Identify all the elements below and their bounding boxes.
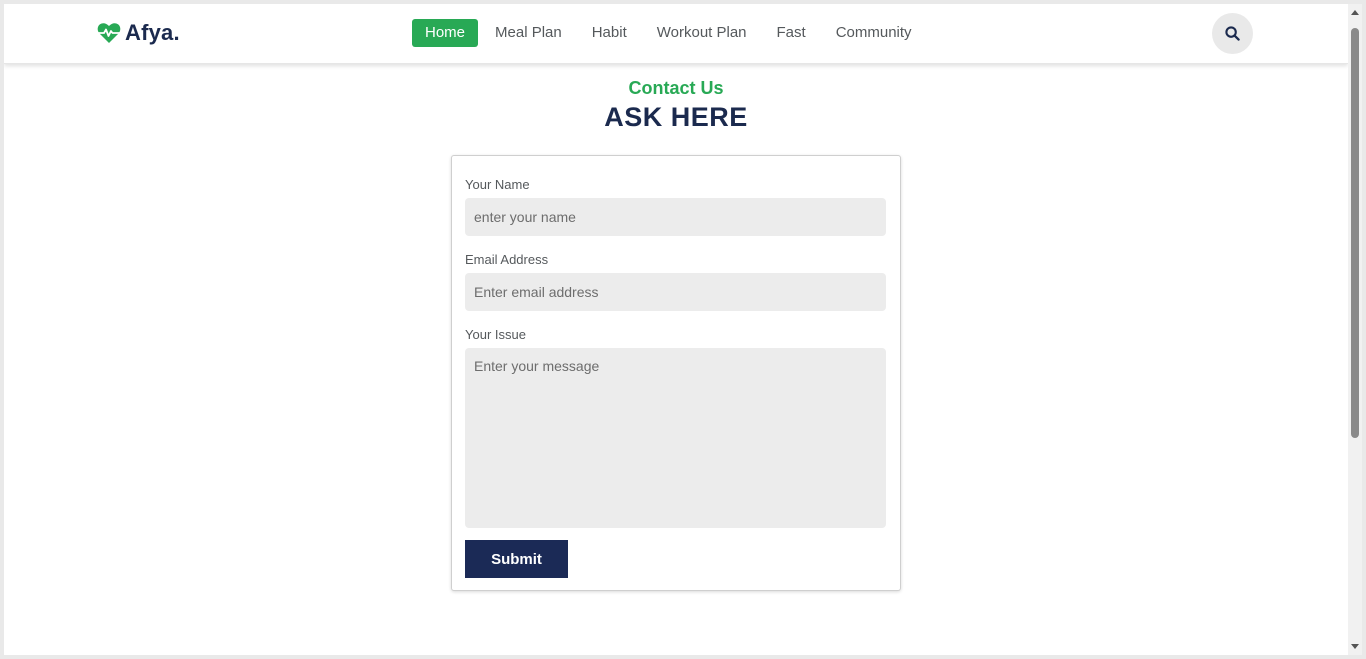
section-eyebrow: Contact Us	[628, 78, 724, 98]
nav-item-home[interactable]: Home	[412, 19, 479, 47]
nav-item-fast[interactable]: Fast	[764, 19, 819, 47]
nav-item-habit[interactable]: Habit	[579, 19, 640, 47]
contact-form: Your Name Email Address Your Issue Submi…	[451, 155, 901, 591]
heartbeat-icon	[97, 23, 121, 43]
page: Afya. Home Meal Plan Habit Workout Plan …	[4, 4, 1348, 655]
name-label: Your Name	[465, 177, 530, 192]
submit-button[interactable]: Submit	[465, 540, 568, 578]
email-input[interactable]	[465, 273, 886, 311]
scroll-up-arrow-icon[interactable]	[1351, 10, 1359, 15]
search-button[interactable]	[1212, 13, 1253, 54]
email-label: Email Address	[465, 252, 549, 267]
nav-item-community[interactable]: Community	[823, 19, 925, 47]
scroll-thumb[interactable]	[1351, 28, 1359, 438]
navbar: Afya. Home Meal Plan Habit Workout Plan …	[4, 4, 1348, 64]
brand-logo[interactable]: Afya.	[97, 20, 180, 46]
name-input[interactable]	[465, 198, 886, 236]
search-icon	[1225, 26, 1240, 41]
nav-item-workout-plan[interactable]: Workout Plan	[644, 19, 760, 47]
main-nav: Home Meal Plan Habit Workout Plan Fast C…	[412, 19, 929, 47]
brand-name: Afya.	[125, 20, 180, 45]
issue-textarea[interactable]	[465, 348, 886, 528]
page-title: ASK HERE	[604, 102, 748, 132]
issue-label: Your Issue	[465, 327, 526, 342]
scroll-down-arrow-icon[interactable]	[1351, 644, 1359, 649]
nav-item-meal-plan[interactable]: Meal Plan	[482, 19, 575, 47]
page-scrollbar[interactable]	[1348, 4, 1362, 655]
